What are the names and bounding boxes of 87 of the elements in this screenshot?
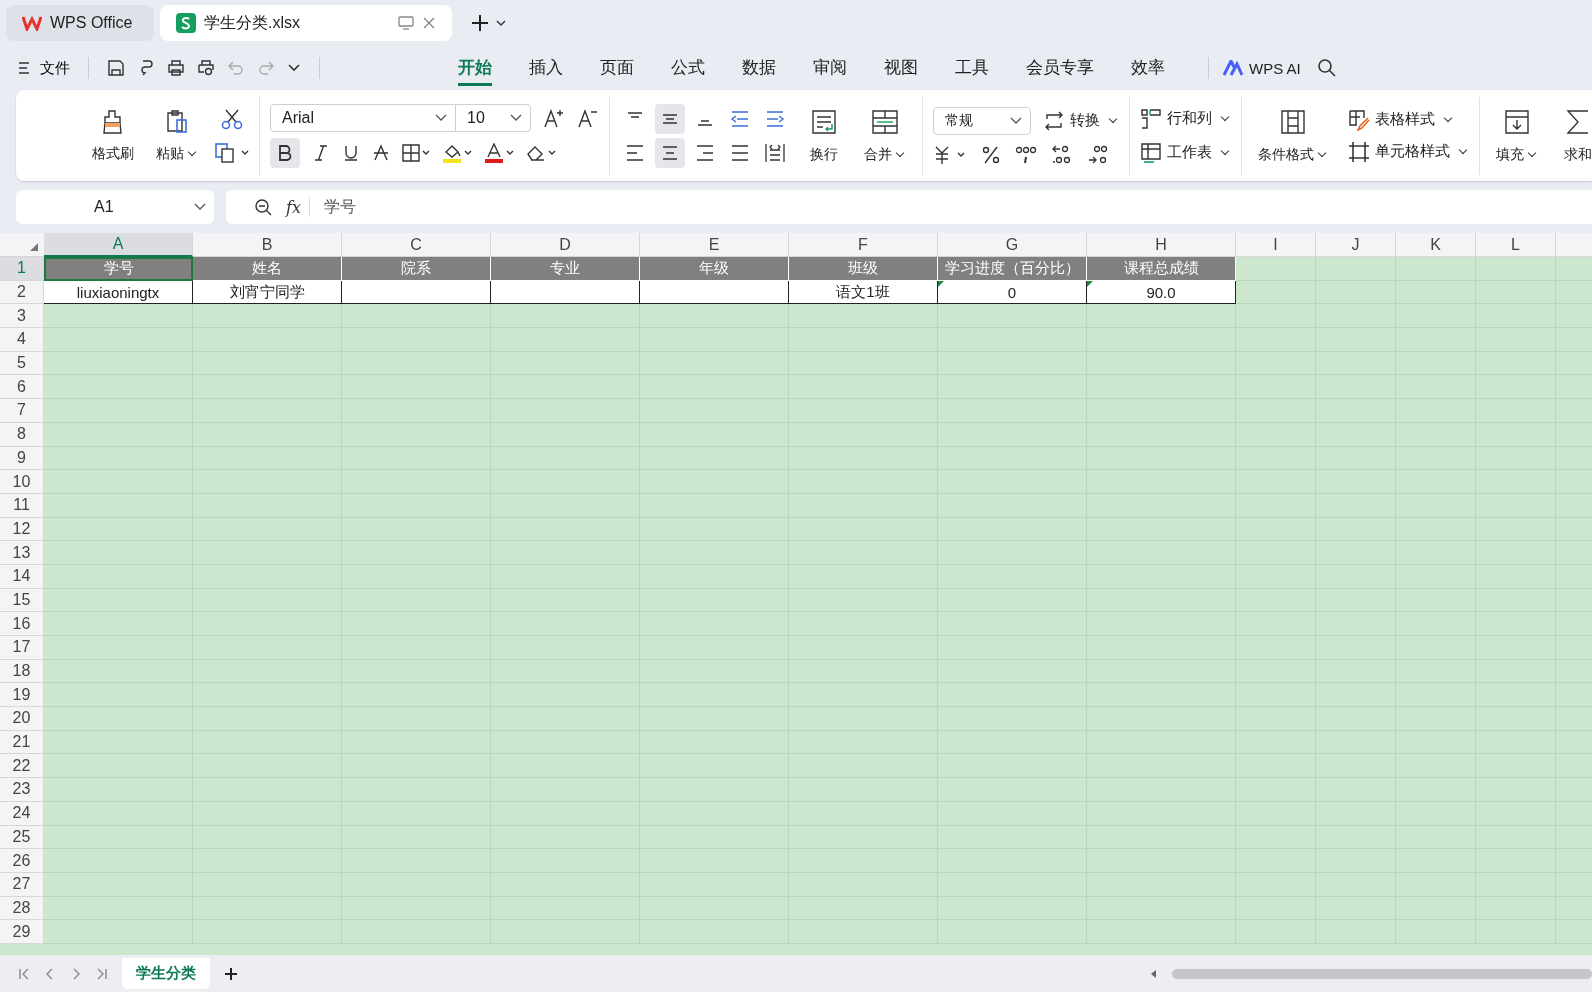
row-header[interactable]: 10 — [0, 470, 44, 494]
row-header[interactable]: 8 — [0, 422, 44, 447]
row-header[interactable]: 11 — [0, 493, 44, 518]
column-header[interactable]: C — [342, 233, 491, 257]
column-header[interactable]: A — [44, 233, 193, 257]
row-header[interactable]: 20 — [0, 707, 44, 731]
row-header[interactable]: 17 — [0, 636, 44, 660]
sum-button[interactable]: 求和 — [1558, 107, 1592, 164]
row-header[interactable]: 5 — [0, 351, 44, 376]
file-menu-button[interactable]: 文件 — [18, 58, 70, 78]
row-header[interactable]: 6 — [0, 375, 44, 400]
column-header[interactable]: B — [193, 233, 342, 257]
row-header[interactable]: 15 — [0, 588, 44, 613]
row-header[interactable]: 29 — [0, 920, 44, 944]
column-header[interactable]: E — [640, 233, 789, 257]
rows-and-columns-button[interactable]: 行和列 — [1140, 107, 1231, 130]
row-header[interactable]: 25 — [0, 825, 44, 850]
table-cell: 0 — [938, 280, 1087, 305]
row-header[interactable]: 4 — [0, 328, 44, 352]
ribbon-tab[interactable]: 开始 — [458, 50, 492, 86]
conditional-format-button[interactable]: 条件格式 — [1252, 107, 1334, 164]
row-header[interactable]: 9 — [0, 446, 44, 471]
ribbon-tab[interactable]: 会员专享 — [1026, 50, 1094, 86]
row-header[interactable]: 23 — [0, 778, 44, 802]
row-header[interactable]: 7 — [0, 399, 44, 423]
table-cell: 班级 — [789, 257, 938, 281]
ribbon-tab[interactable]: 页面 — [600, 50, 634, 86]
table-cell: 学习进度（百分比） — [938, 257, 1087, 281]
formula-field[interactable]: fx 学号 — [226, 190, 1592, 224]
row-header[interactable]: 14 — [0, 564, 44, 589]
column-header[interactable]: F — [789, 233, 938, 257]
row-header[interactable]: 24 — [0, 801, 44, 826]
name-box[interactable]: A1 — [16, 190, 214, 224]
table-style-button[interactable]: 表格样式 — [1348, 108, 1454, 131]
ribbon-tab[interactable]: 审阅 — [813, 50, 847, 86]
ribbon-tab[interactable]: 视图 — [884, 50, 918, 86]
column-header[interactable]: G — [938, 233, 1087, 257]
cell-style-button[interactable]: 单元格样式 — [1348, 140, 1469, 163]
worksheet-button[interactable]: 工作表 — [1140, 141, 1231, 164]
table-cell: 课程总成绩 — [1087, 257, 1236, 281]
function-label[interactable]: fx — [286, 197, 301, 217]
ribbon-tab[interactable]: 工具 — [955, 50, 989, 86]
table-cell: 语文1班 — [789, 280, 938, 305]
column-header[interactable]: L — [1476, 233, 1556, 257]
row-header[interactable]: 2 — [0, 280, 44, 305]
table-cell: 刘宵宁同学 — [193, 280, 342, 305]
row-header[interactable]: 19 — [0, 683, 44, 708]
row-header[interactable]: 1 — [0, 257, 44, 281]
paste-button[interactable]: 粘贴 — [150, 108, 204, 163]
row-header[interactable]: 21 — [0, 730, 44, 755]
table-cell: 专业 — [491, 257, 640, 281]
sheet-tab[interactable]: 学生分类 — [122, 958, 210, 989]
row-header[interactable]: 12 — [0, 517, 44, 542]
row-header[interactable]: 28 — [0, 896, 44, 921]
row-header[interactable]: 26 — [0, 849, 44, 873]
row-header[interactable]: 18 — [0, 659, 44, 684]
ribbon-tab[interactable]: 数据 — [742, 50, 776, 86]
font-size-dropdown[interactable]: 10 — [455, 103, 531, 132]
table-cell: 学号 — [44, 257, 193, 281]
ribbon-tab[interactable]: 公式 — [671, 50, 705, 86]
wps-ai-button[interactable]: WPS AI — [1223, 59, 1301, 77]
column-header[interactable]: H — [1087, 233, 1236, 257]
table-cell: 院系 — [342, 257, 491, 281]
row-header[interactable]: 22 — [0, 754, 44, 779]
number-format-dropdown[interactable]: 常规 — [933, 106, 1031, 135]
convert-button[interactable]: 转换 — [1043, 110, 1119, 131]
column-header[interactable]: D — [491, 233, 640, 257]
font-dropdown[interactable]: Arial — [270, 103, 456, 132]
row-header[interactable]: 16 — [0, 612, 44, 636]
table-cell: 年级 — [640, 257, 789, 281]
table-cell: 姓名 — [193, 257, 342, 281]
row-header[interactable]: 27 — [0, 872, 44, 897]
row-header[interactable]: 13 — [0, 541, 44, 565]
wrap-text-button[interactable]: 换行 — [804, 107, 844, 164]
table-cell: 90.0 — [1087, 280, 1236, 305]
column-header[interactable]: I — [1236, 233, 1316, 257]
fill-button[interactable]: 填充 — [1490, 107, 1544, 164]
table-cell: liuxiaoningtx — [44, 280, 193, 305]
app-tab[interactable]: 学生分类.xlsx — [160, 5, 452, 41]
ribbon-tab[interactable]: 效率 — [1131, 50, 1165, 86]
merge-button[interactable]: 合并 — [858, 107, 912, 164]
row-header[interactable]: 3 — [0, 304, 44, 329]
column-header[interactable]: K — [1396, 233, 1476, 257]
format-painter-button[interactable]: 格式刷 — [86, 108, 140, 163]
app-tab[interactable]: WPS Office — [6, 5, 154, 41]
ribbon-tab[interactable]: 插入 — [529, 50, 563, 86]
column-header[interactable]: J — [1316, 233, 1396, 257]
